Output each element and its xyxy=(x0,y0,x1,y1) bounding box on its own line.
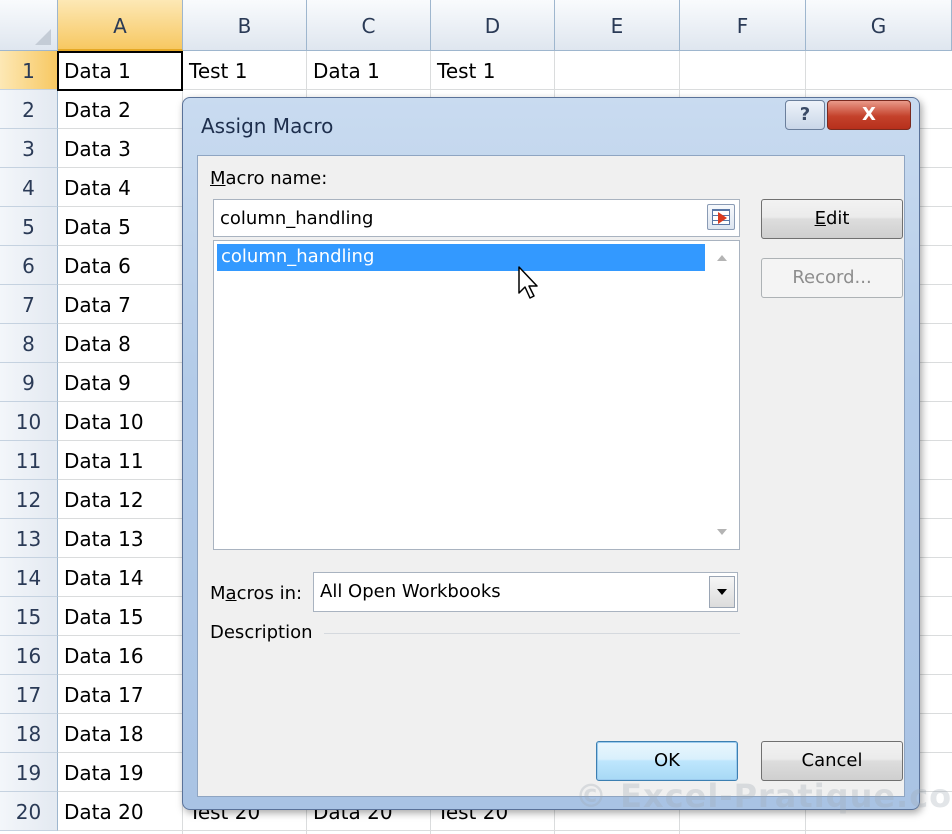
range-arrow-icon xyxy=(718,212,727,224)
cell-a13[interactable]: Data 13 xyxy=(58,519,183,558)
row-header-1[interactable]: 1 xyxy=(0,51,58,90)
row-header-9[interactable]: 9 xyxy=(0,363,58,402)
row-header-2[interactable]: 2 xyxy=(0,90,58,129)
row-header-3[interactable]: 3 xyxy=(0,129,58,168)
column-header-d[interactable]: D xyxy=(431,0,555,51)
select-all-corner[interactable] xyxy=(0,0,58,51)
cell-a6[interactable]: Data 6 xyxy=(58,246,183,285)
list-item[interactable]: column_handling xyxy=(217,244,705,271)
column-header-f[interactable]: F xyxy=(680,0,806,51)
macros-in-value: All Open Workbooks xyxy=(320,581,501,602)
row-header-11[interactable]: 11 xyxy=(0,441,58,480)
cell-d1[interactable]: Test 1 xyxy=(431,51,555,90)
row-header-6[interactable]: 6 xyxy=(0,246,58,285)
cell-a9[interactable]: Data 9 xyxy=(58,363,183,402)
chevron-down-icon xyxy=(717,589,727,595)
assign-macro-dialog: Assign Macro ? X Macro name: column_hand… xyxy=(182,97,920,810)
column-header-a[interactable]: A xyxy=(58,0,183,51)
row-header-15[interactable]: 15 xyxy=(0,597,58,636)
close-icon: X xyxy=(862,104,876,125)
row-header-19[interactable]: 19 xyxy=(0,753,58,792)
description-label: Description xyxy=(210,622,313,643)
row-header-5[interactable]: 5 xyxy=(0,207,58,246)
cell-a4[interactable]: Data 4 xyxy=(58,168,183,207)
watermark: © Excel-Pratique.com xyxy=(575,777,952,815)
macro-list[interactable]: column_handling xyxy=(213,240,740,550)
cell-a20[interactable]: Data 20 xyxy=(58,792,183,831)
edit-button[interactable]: Edit xyxy=(761,199,903,239)
row-header-18[interactable]: 18 xyxy=(0,714,58,753)
edit-label: dit xyxy=(825,208,850,229)
cell-a16[interactable]: Data 16 xyxy=(58,636,183,675)
row-header-4[interactable]: 4 xyxy=(0,168,58,207)
close-button[interactable]: X xyxy=(827,100,911,130)
scroll-up-icon[interactable] xyxy=(717,255,727,261)
cell-a14[interactable]: Data 14 xyxy=(58,558,183,597)
description-divider xyxy=(324,633,740,634)
list-scrollbar[interactable] xyxy=(707,241,739,549)
select-all-icon xyxy=(35,29,51,45)
cell-a11[interactable]: Data 11 xyxy=(58,441,183,480)
cell-a19[interactable]: Data 19 xyxy=(58,753,183,792)
cell-a2[interactable]: Data 2 xyxy=(58,90,183,129)
macros-in-select[interactable]: All Open Workbooks xyxy=(313,572,738,612)
macros-in-label: Macros in: xyxy=(210,583,302,604)
dropdown-button[interactable] xyxy=(709,576,735,608)
macro-name-label: Macro name: xyxy=(210,168,327,189)
row-header-14[interactable]: 14 xyxy=(0,558,58,597)
cell-a17[interactable]: Data 17 xyxy=(58,675,183,714)
help-icon: ? xyxy=(799,104,811,125)
cell-a7[interactable]: Data 7 xyxy=(58,285,183,324)
cell-a3[interactable]: Data 3 xyxy=(58,129,183,168)
row-header-7[interactable]: 7 xyxy=(0,285,58,324)
macro-name-label-text: acro name: xyxy=(225,168,328,189)
cell-a15[interactable]: Data 15 xyxy=(58,597,183,636)
macros-in-label-start: M xyxy=(210,583,226,604)
row-header-8[interactable]: 8 xyxy=(0,324,58,363)
help-button[interactable]: ? xyxy=(785,100,825,130)
active-cell-border xyxy=(57,51,183,91)
column-header-c[interactable]: C xyxy=(307,0,431,51)
ok-button[interactable]: OK xyxy=(596,741,738,781)
column-header-e[interactable]: E xyxy=(555,0,680,51)
dialog-title: Assign Macro xyxy=(201,114,334,138)
row-header-17[interactable]: 17 xyxy=(0,675,58,714)
cell-c1[interactable]: Data 1 xyxy=(307,51,431,90)
cancel-button[interactable]: Cancel xyxy=(761,741,903,781)
macros-in-label-text: cros in: xyxy=(236,583,303,604)
macro-name-field[interactable] xyxy=(213,199,740,237)
column-header-g[interactable]: G xyxy=(806,0,952,51)
record-button[interactable]: Record... xyxy=(761,258,903,298)
row-header-16[interactable]: 16 xyxy=(0,636,58,675)
column-header-b[interactable]: B xyxy=(183,0,307,51)
row-header-12[interactable]: 12 xyxy=(0,480,58,519)
cell-a10[interactable]: Data 10 xyxy=(58,402,183,441)
cell-a18[interactable]: Data 18 xyxy=(58,714,183,753)
edit-accelerator: E xyxy=(814,208,826,229)
cell-a5[interactable]: Data 5 xyxy=(58,207,183,246)
macro-name-input[interactable] xyxy=(214,200,694,236)
row-header-10[interactable]: 10 xyxy=(0,402,58,441)
scroll-down-icon[interactable] xyxy=(717,529,727,535)
macros-in-label-accelerator: a xyxy=(225,583,237,604)
collapse-dialog-button[interactable] xyxy=(707,204,735,230)
row-header-13[interactable]: 13 xyxy=(0,519,58,558)
row-header-20[interactable]: 20 xyxy=(0,792,58,831)
cell-a8[interactable]: Data 8 xyxy=(58,324,183,363)
cell-a12[interactable]: Data 12 xyxy=(58,480,183,519)
cell-b1[interactable]: Test 1 xyxy=(183,51,307,90)
mouse-pointer-icon xyxy=(518,266,538,299)
macro-name-label-accelerator: M xyxy=(210,168,226,189)
dialog-body: Macro name: column_handling Edit Record.… xyxy=(197,155,905,797)
